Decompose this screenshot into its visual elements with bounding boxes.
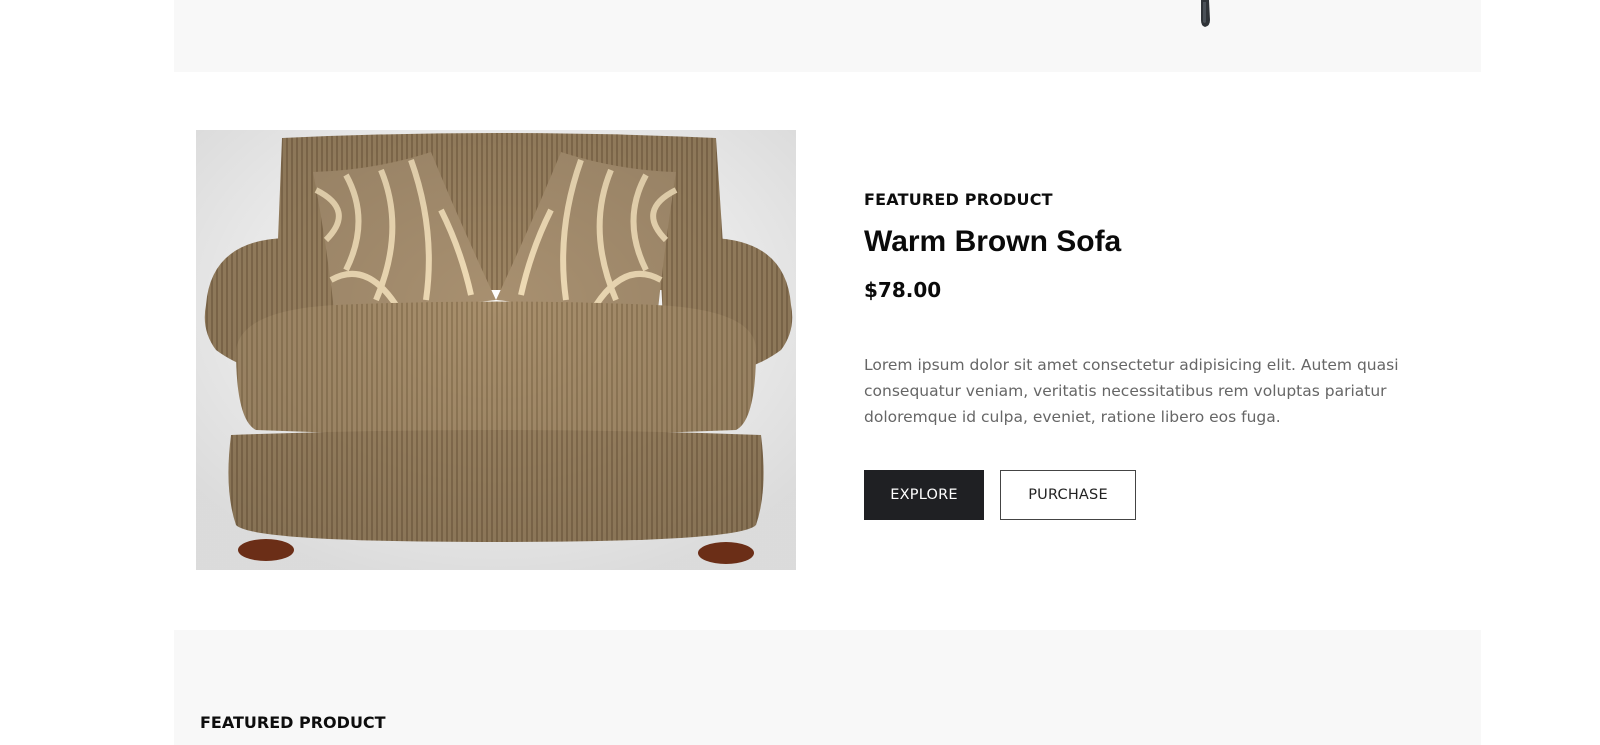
chair-leg-image (1201, 0, 1210, 27)
product-title: Warm Brown Sofa (864, 225, 1122, 258)
product-description: Lorem ipsum dolor sit amet consectetur a… (864, 356, 1399, 426)
section-eyebrow: FEATURED PRODUCT (864, 190, 1053, 209)
product-price: $78.00 (864, 278, 942, 302)
explore-button[interactable]: EXPLORE (864, 470, 984, 520)
previous-section-band (174, 0, 1481, 72)
purchase-button[interactable]: PURCHASE (1000, 470, 1136, 520)
sofa-image (196, 130, 796, 570)
next-section-eyebrow: FEATURED PRODUCT (200, 713, 386, 732)
